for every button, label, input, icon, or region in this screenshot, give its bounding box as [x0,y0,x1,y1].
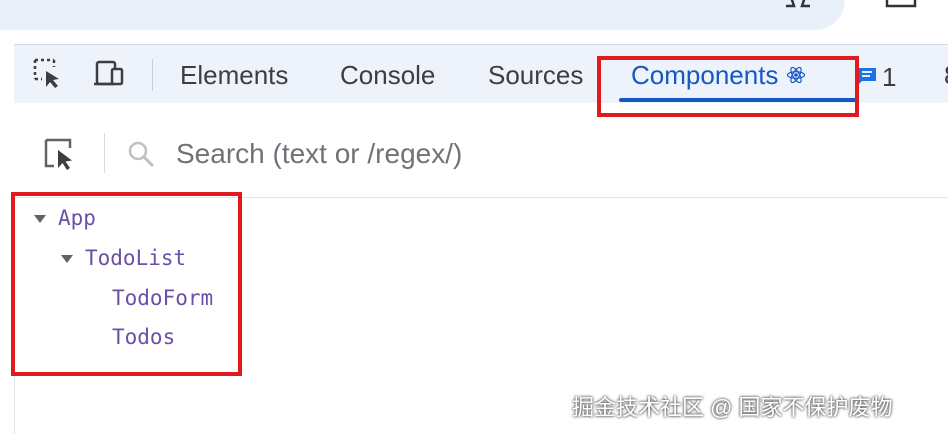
star-icon[interactable] [784,0,812,14]
toolbar-separator [152,59,153,91]
tab-sources[interactable]: Sources [488,60,583,91]
highlight-box-components-tab [597,56,859,117]
message-icon [858,68,876,86]
select-element-icon[interactable] [32,57,66,91]
inspect-icon[interactable] [42,136,78,172]
tab-elements[interactable]: Elements [180,60,288,91]
components-search-row [14,103,948,198]
messages-counter[interactable]: 1 [856,62,896,93]
watermark: 掘金技术社区 @ 国家不保护废物 [572,395,893,420]
message-count: 1 [882,62,897,92]
device-toolbar-icon[interactable] [92,57,126,91]
search-icon [128,141,155,168]
address-bar[interactable] [0,0,845,30]
profile-icon[interactable] [884,0,918,14]
more-tabs[interactable]: 8 [944,60,948,91]
tab-console[interactable]: Console [340,60,435,91]
component-search-input[interactable] [174,133,778,175]
highlight-box-component-tree [11,192,242,376]
search-separator [104,133,105,173]
browser-toolbar [0,0,948,44]
